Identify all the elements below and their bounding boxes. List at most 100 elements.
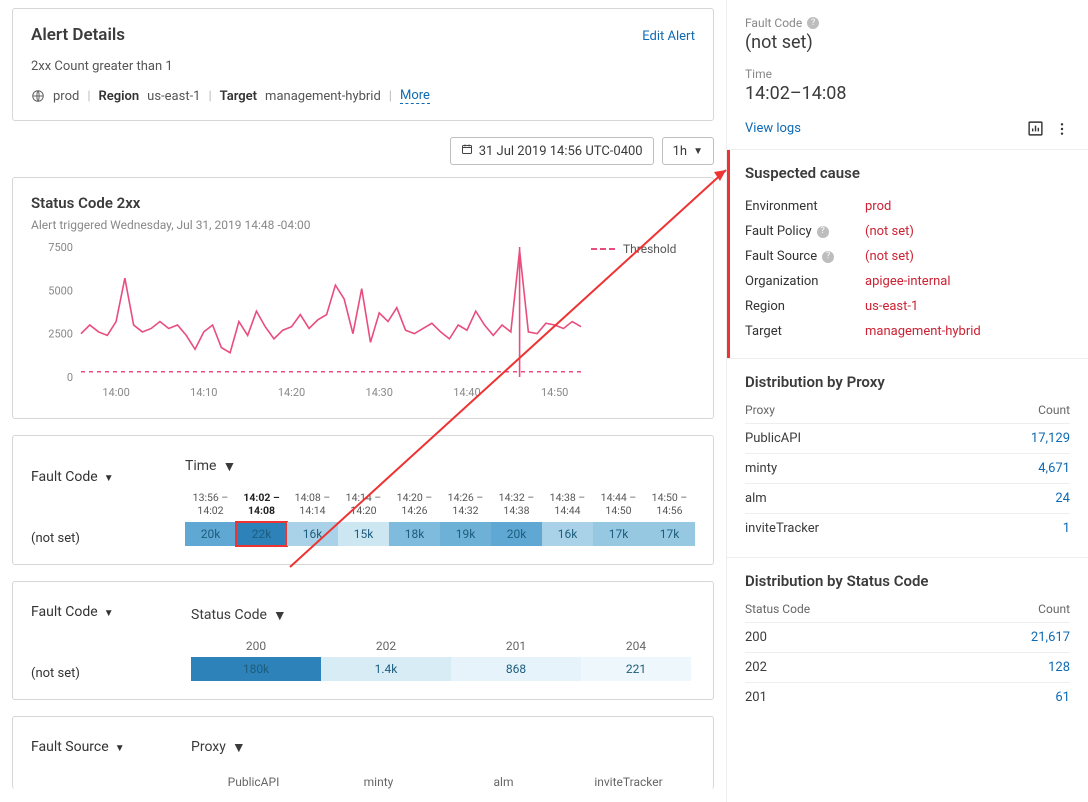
dist-proxy-title: Distribution by Proxy: [745, 373, 1070, 391]
chevron-down-icon: ▼: [693, 146, 703, 157]
status-bucket[interactable]: 201868: [451, 639, 581, 681]
svg-text:14:10: 14:10: [190, 386, 217, 399]
dist-status-col-v: Count: [1038, 602, 1070, 616]
status-bucket[interactable]: 200180k: [191, 639, 321, 681]
chart-icon[interactable]: [1027, 120, 1044, 137]
cause-row: Targetmanagement-hybrid: [745, 319, 1070, 344]
dist-status-title: Distribution by Status Code: [745, 572, 1070, 590]
facet-proxy-card: Fault Source ▼ Proxy ▼ PublicAPImintyalm…: [12, 716, 714, 789]
dist-proxy-row[interactable]: minty4,671: [745, 453, 1070, 483]
alert-description: 2xx Count greater than 1: [31, 59, 695, 74]
proxy-bucket-header: alm: [441, 775, 566, 789]
proxy-dropdown[interactable]: Proxy ▼: [191, 733, 695, 761]
status-bucket[interactable]: 204221: [581, 639, 691, 681]
time-bucket[interactable]: 14:44 –14:5017k: [593, 490, 644, 546]
dist-status-col-k: Status Code: [745, 602, 810, 616]
dist-status-row[interactable]: 20161: [745, 682, 1070, 712]
time-bucket[interactable]: 13:56 –14:0220k: [185, 490, 236, 546]
svg-text:14:00: 14:00: [102, 386, 129, 399]
alert-meta: prod | Region us-east-1 | Target managem…: [31, 88, 695, 104]
cause-row: Regionus-east-1: [745, 294, 1070, 319]
status-chart-card: Status Code 2xx Alert triggered Wednesda…: [12, 177, 714, 419]
dist-proxy-row[interactable]: alm24: [745, 483, 1070, 513]
dist-status-section: Distribution by Status Code Status Code …: [727, 557, 1088, 726]
help-icon[interactable]: ?: [807, 17, 819, 29]
suspected-cause-title: Suspected cause: [745, 164, 1070, 182]
fault-code-dropdown[interactable]: Fault Code ▼: [31, 463, 173, 491]
time-bucket[interactable]: 14:32 –14:3820k: [491, 490, 542, 546]
time-bucket[interactable]: 14:26 –14:3219k: [440, 490, 491, 546]
alert-title: Alert Details: [31, 25, 125, 45]
calendar-icon: [461, 143, 473, 159]
date-value: 31 Jul 2019 14:56 UTC-0400: [479, 144, 643, 159]
threshold-label: Threshold: [623, 242, 676, 256]
time-bucket[interactable]: 14:38 –14:4416k: [542, 490, 593, 546]
time-bucket[interactable]: 14:50 –14:5617k: [644, 490, 695, 546]
time-dropdown[interactable]: Time ▼: [185, 452, 695, 480]
chevron-down-icon: ▼: [273, 607, 287, 624]
region-label: Region: [99, 89, 140, 104]
view-logs-link[interactable]: View logs: [745, 121, 801, 136]
cause-row: Fault Source?(not set): [745, 244, 1070, 269]
fault-code-value-2: (not set): [31, 666, 179, 681]
time-bucket[interactable]: 14:02 –14:0822k: [236, 490, 287, 546]
chevron-down-icon: ▼: [104, 473, 114, 484]
edit-alert-link[interactable]: Edit Alert: [642, 29, 695, 44]
alert-details-card: Alert Details Edit Alert 2xx Count great…: [12, 8, 714, 121]
svg-text:0: 0: [67, 371, 73, 384]
more-menu-icon[interactable]: [1054, 121, 1070, 137]
date-picker-button[interactable]: 31 Jul 2019 14:56 UTC-0400: [450, 137, 654, 165]
range-picker-button[interactable]: 1h ▼: [662, 137, 714, 165]
facet-status-card: Fault Code ▼ (not set) Status Code ▼ 200…: [12, 581, 714, 700]
dist-status-row[interactable]: 202128: [745, 652, 1070, 682]
svg-text:14:50: 14:50: [541, 386, 568, 399]
fault-code-header-value: (not set): [745, 32, 1070, 53]
status-bucket[interactable]: 2021.4k: [321, 639, 451, 681]
time-bucket[interactable]: 14:14 –14:2015k: [338, 490, 389, 546]
chevron-down-icon: ▼: [104, 608, 114, 619]
status-chart-subtitle: Alert triggered Wednesday, Jul 31, 2019 …: [31, 218, 695, 232]
status-line-chart: 0 2500 5000 7500 14:00 14:10 14:20 14:30 14:40 14…: [31, 242, 591, 402]
details-header: Fault Code ? (not set) Time 14:02–14:08 …: [727, 0, 1088, 149]
chevron-down-icon: ▼: [232, 739, 246, 756]
help-icon[interactable]: ?: [822, 251, 834, 263]
status-code-dropdown[interactable]: Status Code ▼: [191, 601, 695, 629]
svg-text:2500: 2500: [48, 328, 73, 341]
svg-text:5000: 5000: [48, 284, 73, 297]
timeframe-toolbar: 31 Jul 2019 14:56 UTC-0400 1h ▼: [12, 137, 714, 165]
proxy-bucket-header: PublicAPI: [191, 775, 316, 789]
svg-text:14:30: 14:30: [366, 386, 393, 399]
cause-row: Environmentprod: [745, 194, 1070, 219]
fault-code-header-label: Fault Code ?: [745, 16, 1070, 30]
threshold-legend: Threshold: [591, 242, 676, 256]
target-value: management-hybrid: [265, 89, 381, 104]
dist-proxy-col-v: Count: [1038, 403, 1070, 417]
dist-proxy-row[interactable]: inviteTracker1: [745, 513, 1070, 543]
chevron-down-icon: ▼: [115, 743, 125, 754]
status-chart-title: Status Code 2xx: [31, 194, 695, 212]
help-icon[interactable]: ?: [817, 226, 829, 238]
dist-status-row[interactable]: 20021,617: [745, 622, 1070, 652]
svg-text:7500: 7500: [48, 242, 73, 254]
dist-proxy-section: Distribution by Proxy Proxy Count Public…: [727, 358, 1088, 557]
globe-icon: [31, 89, 45, 103]
fault-code-dropdown-2[interactable]: Fault Code ▼: [31, 598, 179, 626]
dist-proxy-row[interactable]: PublicAPI17,129: [745, 423, 1070, 453]
env-value: prod: [53, 89, 79, 104]
svg-text:14:20: 14:20: [278, 386, 305, 399]
chevron-down-icon: ▼: [222, 458, 236, 475]
cause-row: Organizationapigee-internal: [745, 269, 1070, 294]
fault-code-value: (not set): [31, 531, 173, 546]
target-label: Target: [220, 89, 257, 104]
fault-source-dropdown[interactable]: Fault Source ▼: [31, 733, 179, 761]
region-value: us-east-1: [147, 89, 200, 104]
time-bucket[interactable]: 14:08 –14:1416k: [287, 490, 338, 546]
cause-row: Fault Policy?(not set): [745, 219, 1070, 244]
time-bucket[interactable]: 14:20 –14:2618k: [389, 490, 440, 546]
suspected-cause-section: Suspected cause EnvironmentprodFault Pol…: [727, 149, 1088, 358]
proxy-bucket-header: minty: [316, 775, 441, 789]
more-link[interactable]: More: [400, 88, 430, 104]
range-value: 1h: [673, 144, 687, 159]
svg-text:14:40: 14:40: [453, 386, 480, 399]
time-header-label: Time: [745, 67, 1070, 81]
